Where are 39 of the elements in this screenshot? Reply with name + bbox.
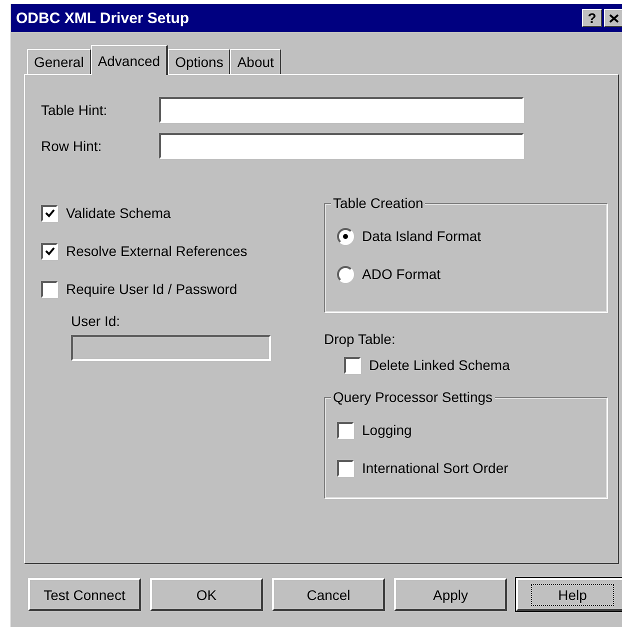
checkbox-label: Resolve External References [66, 243, 248, 259]
dialog-button[interactable]: Help [516, 578, 622, 611]
radio-button[interactable] [337, 266, 354, 282]
group-title: Table Creation [331, 195, 426, 211]
close-icon[interactable] [604, 9, 622, 27]
radio-dot-icon [343, 234, 348, 238]
group-title: Query Processor Settings [331, 389, 495, 405]
field-label: Table Hint: [41, 102, 108, 118]
help-button[interactable]: ? [582, 9, 602, 27]
tab[interactable]: General [27, 49, 91, 74]
section-label: Drop Table: [324, 331, 396, 347]
checkbox-label: Delete Linked Schema [369, 357, 510, 373]
radio-button[interactable] [337, 228, 354, 244]
checkbox[interactable] [41, 280, 58, 298]
check-icon [44, 208, 54, 218]
radio-label: ADO Format [362, 266, 441, 282]
radio-label: Data Island Format [362, 228, 482, 244]
input-field[interactable] [159, 133, 524, 159]
checkbox[interactable] [337, 460, 354, 476]
checkbox[interactable] [337, 422, 354, 438]
checkbox[interactable] [41, 242, 58, 260]
check-icon [44, 246, 54, 256]
tab[interactable]: Advanced [90, 45, 168, 75]
checkbox-label: Logging [362, 422, 412, 438]
checkbox[interactable] [344, 356, 361, 374]
checkbox-label: Validate Schema [66, 205, 171, 221]
field-label: User Id: [71, 313, 122, 329]
field-label: Row Hint: [41, 138, 103, 154]
checkbox[interactable] [41, 204, 58, 222]
checkbox-label: International Sort Order [362, 460, 508, 476]
checkbox-label: Require User Id / Password [66, 281, 238, 297]
dialog-button[interactable]: Cancel [272, 578, 385, 611]
tab[interactable]: Options [168, 49, 230, 74]
dialog-button[interactable]: OK [150, 578, 263, 611]
dialog-button[interactable]: Test Connect [28, 578, 141, 611]
dialog-button[interactable]: Apply [394, 578, 507, 611]
input-field[interactable] [159, 97, 524, 123]
window-title: ODBC XML Driver Setup [16, 10, 190, 26]
tab[interactable]: About [230, 49, 281, 74]
